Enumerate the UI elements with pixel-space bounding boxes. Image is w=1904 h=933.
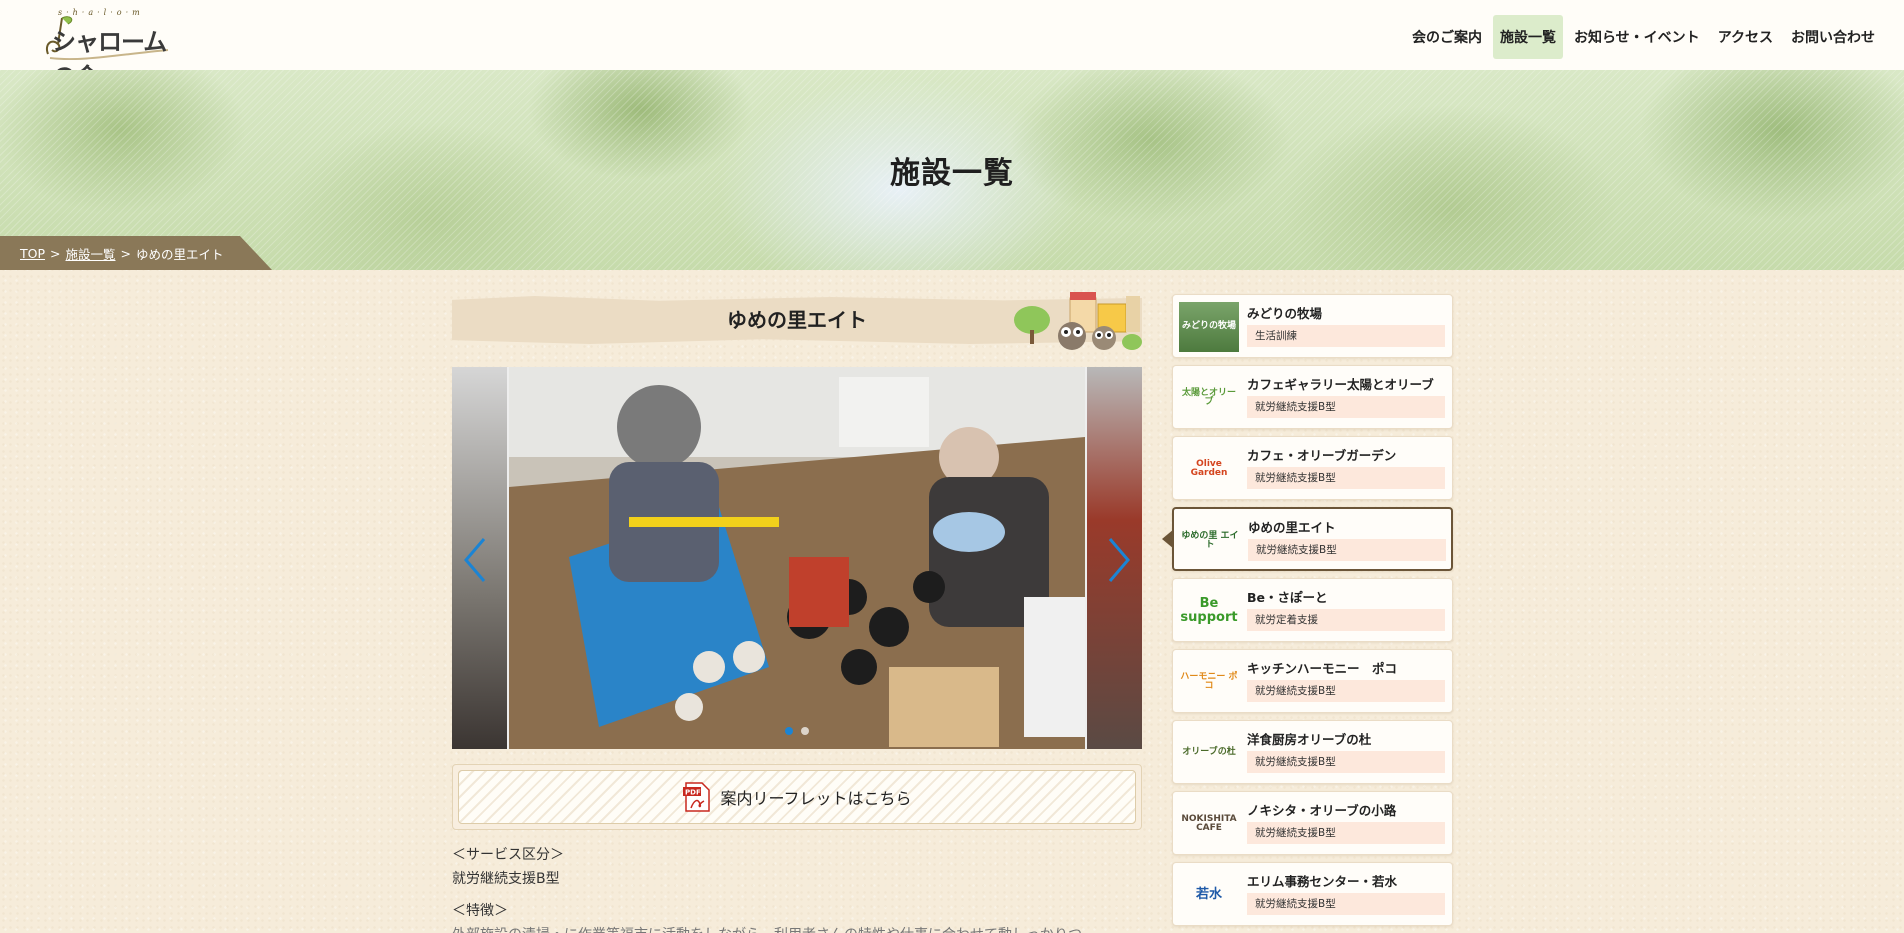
active-indicator [1162, 529, 1174, 549]
facility-logo: みどりの牧場 [1179, 302, 1239, 352]
facility-logo: オリーブの杜 [1182, 747, 1236, 758]
feature-text: 外部施設の清掃・に作業等福市に活動をしながら、利用者さんの特性や仕事に合わせて動… [452, 924, 1142, 933]
pdf-icon: PDF [683, 782, 711, 812]
service-tag: 就労継続支援B型 [1247, 822, 1445, 844]
service-tag: 就労継続支援B型 [1247, 396, 1445, 418]
facility-logo: Be support [1180, 596, 1238, 625]
service-tag: 就労継続支援B型 [1247, 893, 1445, 915]
nav-item-about[interactable]: 会のご案内 [1405, 15, 1489, 59]
service-value: 就労継続支援B型 [452, 871, 560, 887]
breadcrumb: TOP > 施設一覧 > ゆめの里エイト [0, 236, 272, 270]
service-heading: ＜サービス区分＞ [452, 847, 564, 863]
facility-logo: Olive Garden [1190, 458, 1228, 478]
logo-romaji: s·h·a·l·o·m [58, 8, 144, 17]
breadcrumb-current: ゆめの里エイト [136, 246, 224, 262]
service-tag: 就労継続支援B型 [1247, 751, 1445, 773]
breadcrumb-top-link[interactable]: TOP [20, 246, 45, 261]
main-nav: 会のご案内 施設一覧 お知らせ・イベント アクセス お問い合わせ [1405, 15, 1882, 59]
sidebar-item-kitchen-harmony[interactable]: ハーモニー ポコ キッチンハーモニー ポコ 就労継続支援B型 [1172, 649, 1453, 713]
chevron-left-icon[interactable] [460, 535, 490, 585]
sidebar-item-nokishita[interactable]: NOKISHITA CAFE ノキシタ・オリーブの小路 就労継続支援B型 [1172, 791, 1453, 855]
service-tag: 就労継続支援B型 [1248, 539, 1446, 561]
nav-item-contact[interactable]: お問い合わせ [1784, 15, 1882, 59]
sidebar-item-name: カフェギャラリー太陽とオリーブ [1247, 377, 1434, 392]
sidebar-item-name: キッチンハーモニー ポコ [1247, 661, 1398, 676]
carousel-pagination [452, 727, 1142, 735]
sidebar-item-yumenosato-eight[interactable]: ゆめの里 エイト ゆめの里エイト 就労継続支援B型 [1162, 507, 1453, 571]
carousel-dot[interactable] [801, 727, 809, 735]
leaflet-box: PDF 案内リーフレットはこちら [452, 764, 1142, 830]
facility-logo: 太陽とオリーブ [1181, 387, 1236, 407]
sidebar-item-name: Be・さぽーと [1247, 590, 1328, 605]
sidebar-item-name: エリム事務センター・若水 [1247, 874, 1398, 889]
sidebar-item-name: ゆめの里エイト [1248, 520, 1336, 535]
nav-item-facilities[interactable]: 施設一覧 [1492, 15, 1563, 59]
breadcrumb-separator: > [50, 245, 61, 261]
facility-logo: ハーモニー ポコ [1180, 671, 1238, 691]
facility-logo: NOKISHITA CAFE [1181, 813, 1237, 833]
page-title: 施設一覧 [890, 156, 1014, 191]
leaflet-label: 案内リーフレットはこちら [720, 789, 912, 808]
sidebar-item-midori-farm[interactable]: みどりの牧場 みどりの牧場 生活訓練 [1172, 294, 1453, 358]
site-header: s·h·a·l·o·m シャロームの会 会のご案内 施設一覧 お知らせ・イベント… [0, 0, 1904, 91]
sidebar-item-name: みどりの牧場 [1247, 306, 1323, 321]
sidebar-item-olive-garden[interactable]: Olive Garden カフェ・オリーブガーデン 就労継続支援B型 [1172, 436, 1453, 500]
service-tag: 生活訓練 [1247, 325, 1445, 347]
carousel-slide-workshop-photo [509, 367, 1085, 749]
nav-item-news-events[interactable]: お知らせ・イベント [1567, 15, 1707, 59]
sidebar-item-name: ノキシタ・オリーブの小路 [1247, 803, 1397, 818]
feature-heading: ＜特徴＞ [452, 903, 508, 919]
facility-logo: ゆめの里 エイト [1181, 530, 1239, 550]
sidebar-item-name: 洋食厨房オリーブの杜 [1247, 732, 1372, 747]
photo-carousel[interactable] [452, 367, 1142, 749]
carousel-dot[interactable] [785, 727, 793, 735]
chevron-right-icon[interactable] [1104, 535, 1134, 585]
facility-logo: 若水 [1195, 887, 1222, 903]
owl-house-illustration [1014, 292, 1142, 350]
breadcrumb-facilities-link[interactable]: 施設一覧 [66, 244, 116, 263]
site-logo[interactable]: s·h·a·l·o·m シャロームの会 [38, 8, 174, 91]
facility-info: ＜サービス区分＞ 就労継続支援B型 ＜特徴＞ 外部施設の清掃・に作業等福市に活動… [452, 844, 1142, 933]
sidebar-item-taiyo-olive[interactable]: 太陽とオリーブ カフェギャラリー太陽とオリーブ 就労継続支援B型 [1172, 365, 1453, 429]
sidebar-item-olive-mori[interactable]: オリーブの杜 洋食厨房オリーブの杜 就労継続支援B型 [1172, 720, 1453, 784]
breadcrumb-separator: > [120, 245, 131, 261]
nav-item-access[interactable]: アクセス [1711, 15, 1780, 59]
svg-text:PDF: PDF [685, 789, 701, 797]
sidebar-item-wakamizu[interactable]: 若水 エリム事務センター・若水 就労継続支援B型 [1172, 862, 1453, 926]
service-tag: 就労定着支援 [1247, 609, 1445, 631]
service-tag: 就労継続支援B型 [1247, 467, 1445, 489]
sidebar-item-name: カフェ・オリーブガーデン [1247, 448, 1397, 463]
service-tag: 就労継続支援B型 [1247, 680, 1445, 702]
sidebar-item-be-support[interactable]: Be support Be・さぽーと 就労定着支援 [1172, 578, 1453, 642]
leaflet-download-button[interactable]: PDF 案内リーフレットはこちら [458, 770, 1136, 824]
hero-banner: 施設一覧 [0, 70, 1904, 270]
